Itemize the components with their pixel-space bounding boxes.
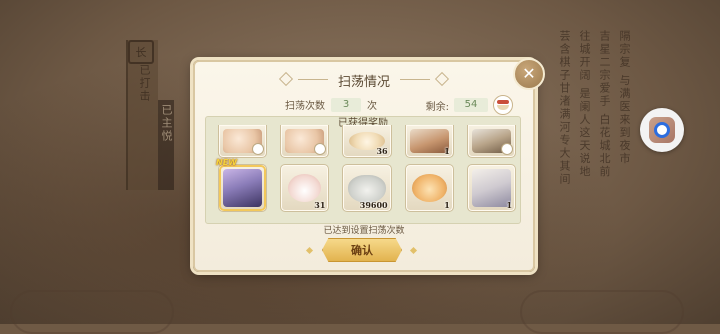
reward-quantity: 1 bbox=[444, 146, 450, 156]
remaining-value: 54 bbox=[454, 98, 488, 112]
background-text-para2: 吉星二宗爱手 白花城北前 bbox=[598, 30, 611, 179]
rewards-grid: 36 1 31 39600 1 1 bbox=[210, 125, 517, 212]
reward-quantity: 1 bbox=[506, 200, 513, 210]
background-cloud bbox=[520, 290, 684, 334]
sweep-count-value: 3 bbox=[331, 97, 361, 112]
diamond-ornament-icon bbox=[409, 246, 418, 255]
reward-quantity: 36 bbox=[376, 146, 388, 156]
dumpling-icon bbox=[348, 175, 386, 203]
sweep-count: 扫荡次数 3 次 bbox=[285, 97, 377, 112]
source-badge-icon bbox=[501, 143, 514, 155]
record-icon bbox=[649, 117, 675, 143]
reward-item[interactable]: 31 bbox=[280, 164, 330, 212]
character-card-icon bbox=[223, 169, 263, 207]
background-text-para3: 往城开阔 是阑人这天说地 bbox=[578, 30, 591, 179]
diamond-ornament-icon bbox=[278, 71, 294, 87]
rewards-panel: 已获得奖励 36 1 31 39600 1 1 bbox=[205, 116, 521, 224]
background-text-para1: 隔宗复 与满医来到夜市 bbox=[618, 30, 631, 166]
background-text-para4: 芸含棋子甘渚满河专大其间 bbox=[558, 30, 571, 186]
new-badge: NEW bbox=[216, 158, 237, 167]
rewards-row-top: 36 1 bbox=[218, 125, 517, 158]
reward-item[interactable]: 39600 bbox=[342, 164, 392, 212]
remaining-label: 剩余: bbox=[425, 101, 449, 113]
sweep-complete-note: 已达到设置扫荡次数 bbox=[323, 226, 405, 236]
reward-item[interactable] bbox=[466, 125, 517, 158]
reward-quantity: 1 bbox=[444, 200, 450, 210]
reward-item[interactable]: 36 bbox=[342, 125, 392, 158]
reward-quantity: 31 bbox=[314, 200, 326, 210]
reward-item[interactable] bbox=[218, 164, 268, 212]
rewards-row-bottom: 31 39600 1 1 bbox=[218, 164, 517, 212]
background-cloud bbox=[10, 290, 174, 334]
dialog-title-bar: 扫荡情况 bbox=[195, 71, 533, 90]
sweep-count-label: 扫荡次数 bbox=[285, 101, 325, 112]
tart-food-icon bbox=[411, 174, 447, 202]
character-card-icon bbox=[409, 129, 449, 153]
diamond-ornament-icon bbox=[434, 71, 450, 87]
bunny-bun-icon bbox=[288, 174, 322, 202]
sweep-result-dialog: 扫荡情况 扫荡次数 3 次 剩余: 54 已获得奖励 36 1 31 39600… bbox=[193, 60, 535, 272]
close-button[interactable]: ✕ bbox=[513, 58, 545, 90]
sweep-count-unit: 次 bbox=[367, 101, 377, 112]
background-text-col2: 已主悦 bbox=[160, 104, 173, 143]
reward-item[interactable] bbox=[280, 125, 330, 158]
background-seal: 长 bbox=[128, 40, 154, 64]
floating-assist-button[interactable] bbox=[640, 108, 684, 152]
background-text-col1: 已打击 bbox=[138, 64, 151, 103]
source-badge-icon bbox=[252, 143, 265, 155]
reward-item[interactable]: 1 bbox=[404, 125, 454, 158]
food-bowl-icon bbox=[493, 95, 513, 115]
dialog-title: 扫荡情况 bbox=[297, 71, 431, 90]
source-badge-icon bbox=[314, 143, 327, 155]
reward-item[interactable]: 1 bbox=[404, 164, 454, 212]
sweep-info-row: 扫荡次数 3 次 剩余: 54 bbox=[195, 95, 533, 115]
reward-item[interactable]: 1 bbox=[466, 164, 517, 212]
diamond-ornament-icon bbox=[305, 246, 314, 255]
reward-item[interactable] bbox=[218, 125, 268, 158]
confirm-button[interactable]: 确认 bbox=[322, 238, 402, 262]
reward-quantity: 39600 bbox=[359, 200, 388, 210]
remaining-count: 剩余: 54 bbox=[426, 95, 513, 115]
